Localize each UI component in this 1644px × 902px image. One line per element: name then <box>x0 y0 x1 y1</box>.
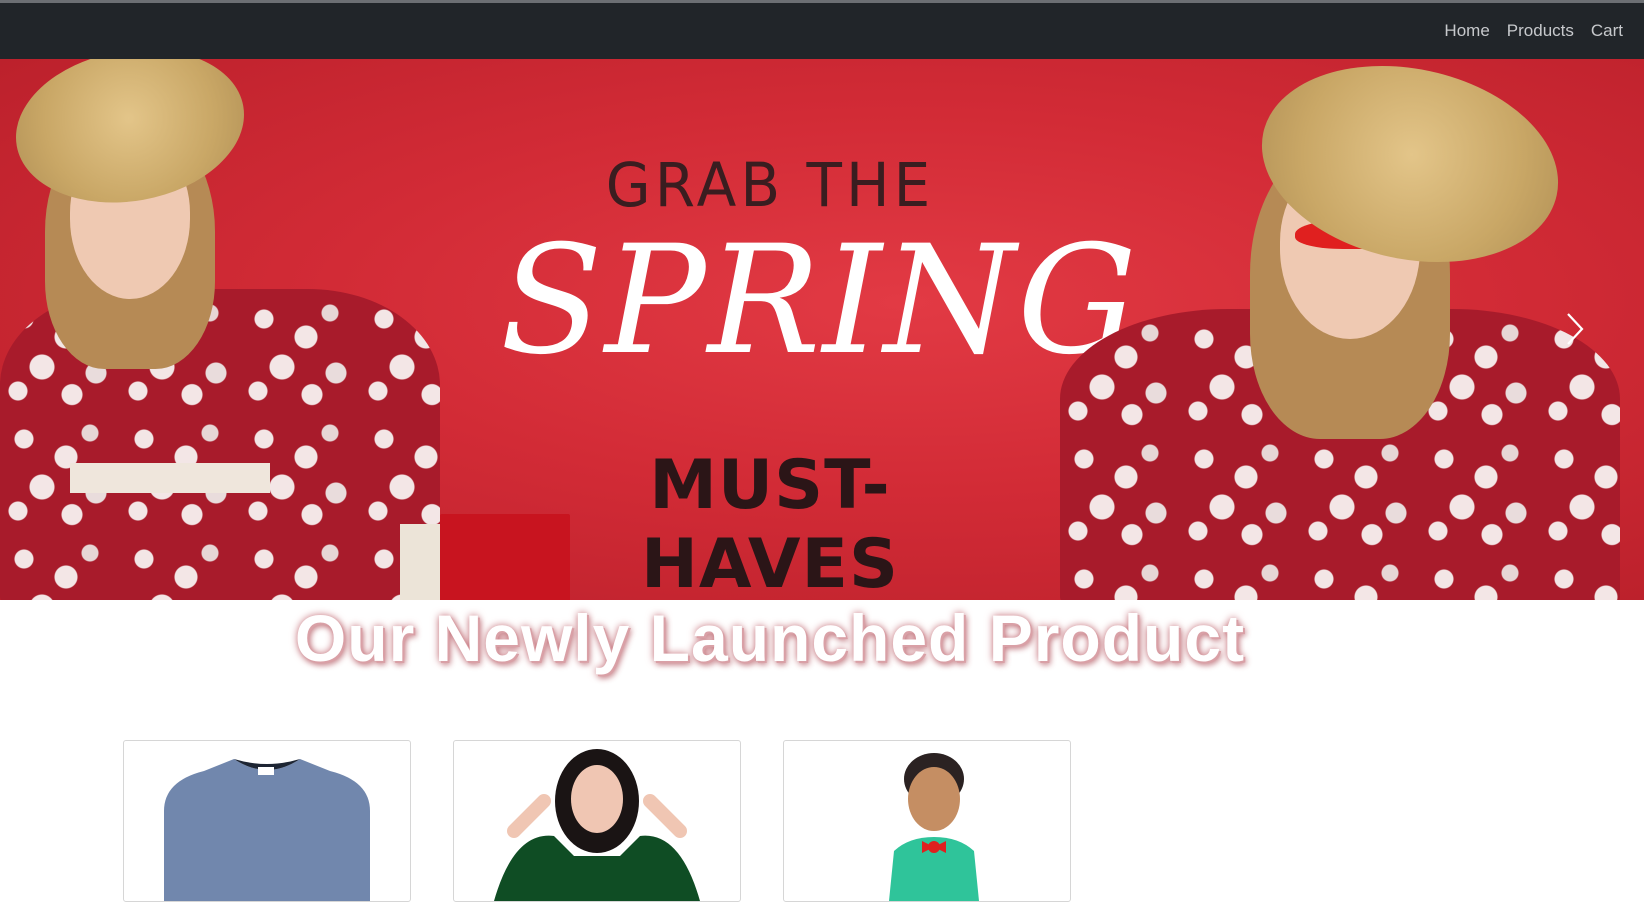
nav-home-link[interactable]: Home <box>1444 21 1489 41</box>
banner-headline: GRAB THE <box>605 149 935 221</box>
nav-cart-link[interactable]: Cart <box>1591 21 1623 41</box>
nav-products-link[interactable]: Products <box>1507 21 1574 41</box>
carousel-next-button[interactable] <box>1550 289 1600 369</box>
nav-overflow-link[interactable]: ​ <box>1640 21 1644 41</box>
navbar: Home Products Cart ​ <box>0 3 1644 59</box>
product-image-kids-shirt <box>889 753 979 901</box>
product-card[interactable] <box>453 740 741 902</box>
hero-carousel: GRAB THE SPRING MUST-HAVES <box>0 59 1644 600</box>
banner-title: SPRING <box>500 214 1139 388</box>
chevron-right-icon <box>1567 313 1584 345</box>
product-card[interactable] <box>783 740 1071 902</box>
banner-subtitle: MUST-HAVES <box>641 446 899 600</box>
nav-links: Home Products Cart ​ <box>1444 3 1644 59</box>
section-title: Our Newly Launched Product <box>294 601 1246 675</box>
product-image-dress <box>494 749 700 901</box>
product-image-sweatshirt <box>164 759 370 901</box>
product-card[interactable] <box>123 740 411 902</box>
